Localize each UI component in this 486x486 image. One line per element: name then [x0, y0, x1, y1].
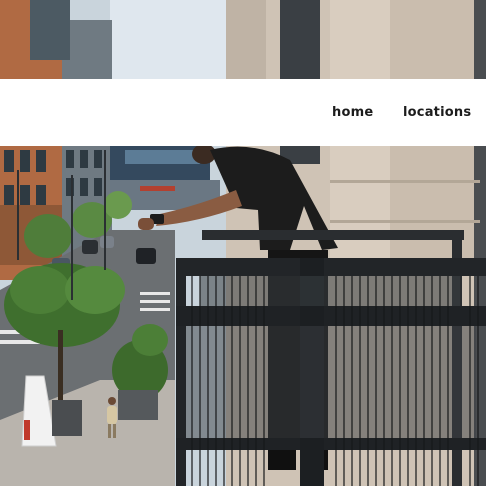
nav-link-home[interactable]: home: [332, 103, 373, 123]
hero-photo: [0, 0, 486, 486]
nav-link-locations[interactable]: locations: [403, 103, 471, 123]
top-navbar: home locations: [0, 79, 486, 146]
balcony-railing: [176, 230, 486, 486]
